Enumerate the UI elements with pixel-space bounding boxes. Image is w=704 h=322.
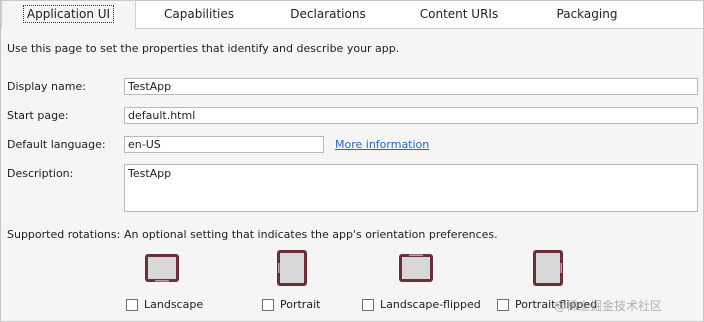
display-name-label: Display name: <box>7 80 86 93</box>
tab-declarations[interactable]: Declarations <box>278 1 378 28</box>
landscape-flipped-checkbox[interactable] <box>362 299 374 311</box>
supported-rotations-label: Supported rotations: <box>7 228 121 241</box>
default-language-label: Default language: <box>7 138 106 151</box>
landscape-icon <box>145 254 179 282</box>
tab-content-uris[interactable]: Content URIs <box>411 1 507 28</box>
tab-label: Application UI <box>22 5 115 23</box>
portrait-icon <box>277 250 307 286</box>
description-label: Description: <box>7 167 74 180</box>
portrait-checkbox[interactable] <box>262 299 274 311</box>
tab-packaging[interactable]: Packaging <box>542 1 632 28</box>
landscape-label: Landscape <box>144 298 204 311</box>
page-intro: Use this page to set the properties that… <box>7 42 400 55</box>
description-textarea[interactable]: TestApp <box>124 164 698 212</box>
manifest-designer: Application UI Capabilities Declarations… <box>0 0 704 322</box>
tab-application-ui[interactable]: Application UI <box>1 1 136 29</box>
start-page-input[interactable] <box>124 107 698 124</box>
display-name-input[interactable] <box>124 78 698 95</box>
portrait-flipped-checkbox[interactable] <box>497 299 509 311</box>
landscape-checkbox[interactable] <box>126 299 138 311</box>
watermark: @稀土掘金技术社区 <box>554 299 663 313</box>
default-language-input[interactable] <box>124 136 324 153</box>
landscape-flipped-label: Landscape-flipped <box>380 298 481 311</box>
rotations-description: An optional setting that indicates the a… <box>124 228 498 241</box>
tab-bar: Application UI Capabilities Declarations… <box>1 1 703 29</box>
start-page-label: Start page: <box>7 109 69 122</box>
more-information-link[interactable]: More information <box>335 138 429 151</box>
portrait-label: Portrait <box>280 298 321 311</box>
portrait-flipped-icon <box>533 250 563 286</box>
tab-capabilities[interactable]: Capabilities <box>151 1 247 28</box>
landscape-flipped-icon <box>399 254 433 282</box>
